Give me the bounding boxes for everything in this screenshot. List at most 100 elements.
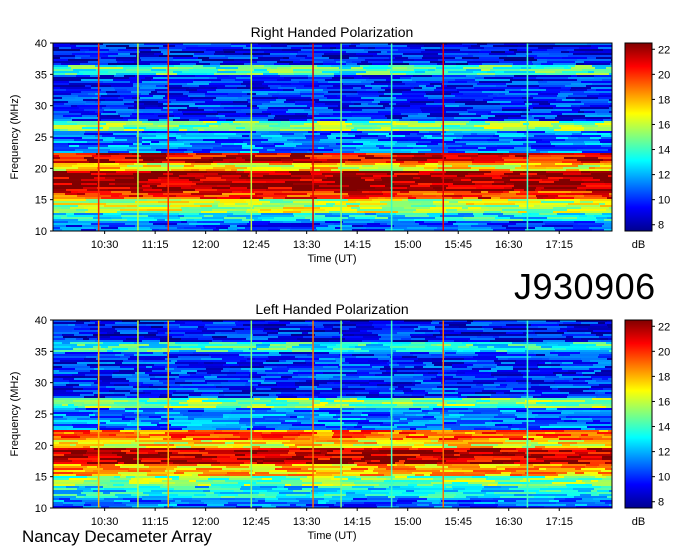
spectrogram-cell bbox=[455, 57, 462, 59]
spectrogram-cell bbox=[527, 185, 560, 187]
spectrogram-cell bbox=[293, 201, 318, 203]
spectrogram-cell bbox=[112, 374, 132, 376]
spectrogram-cell bbox=[420, 177, 441, 179]
spectrogram-cell bbox=[261, 474, 288, 476]
spectrogram-cell bbox=[53, 77, 75, 79]
spectrogram-cell bbox=[254, 386, 286, 388]
spectrogram-cell bbox=[336, 143, 363, 145]
spectrogram-cell bbox=[151, 141, 159, 143]
spectrogram-cell bbox=[204, 109, 213, 111]
spectrogram-cell bbox=[53, 199, 86, 201]
spectrogram-cell bbox=[69, 137, 82, 139]
spectrogram-cell bbox=[90, 366, 99, 368]
spectrogram-cell bbox=[184, 454, 202, 456]
spectrogram-cell bbox=[416, 456, 433, 458]
spectrogram-cell bbox=[496, 432, 508, 434]
spectrogram-cell bbox=[484, 77, 513, 79]
spectrogram-cell bbox=[269, 470, 287, 472]
spectrogram-cell bbox=[471, 444, 489, 446]
spectrogram-cell bbox=[332, 77, 354, 79]
spectrogram-cell bbox=[274, 193, 307, 195]
spectrogram-cell bbox=[262, 203, 280, 205]
spectrogram-cell bbox=[499, 93, 505, 95]
spectrogram-cell bbox=[424, 161, 438, 163]
spectrogram-cell bbox=[66, 225, 82, 227]
spectrogram-cell bbox=[239, 422, 255, 424]
spectrogram-cell bbox=[531, 324, 559, 326]
spectrogram-cell bbox=[149, 65, 174, 67]
spectrogram-cell bbox=[352, 123, 363, 125]
spectrogram-cell bbox=[553, 107, 580, 109]
spectrogram-cell bbox=[73, 426, 106, 428]
spectrogram-cell bbox=[239, 432, 262, 434]
spectrogram-cell bbox=[592, 406, 606, 408]
spectrogram-cell bbox=[470, 462, 503, 464]
spectrogram-cell bbox=[418, 161, 424, 163]
spectrogram-cell bbox=[295, 139, 320, 141]
spectrogram-cell bbox=[53, 392, 80, 394]
spectrogram-cell bbox=[53, 71, 79, 73]
spectrogram-cell bbox=[356, 201, 380, 203]
spectrogram-cell bbox=[300, 117, 313, 119]
spectrogram-cell bbox=[205, 324, 236, 326]
spectrogram-cell bbox=[166, 153, 175, 155]
spectrogram-cell bbox=[319, 113, 333, 115]
spectrogram-cell bbox=[146, 362, 175, 364]
panel-title: Left Handed Polarization bbox=[255, 301, 408, 317]
spectrogram-cell bbox=[497, 63, 513, 65]
spectrogram-cell bbox=[159, 378, 175, 380]
spectrogram-cell bbox=[196, 225, 203, 227]
spectrogram-cell bbox=[578, 165, 600, 167]
spectrogram-cell bbox=[596, 450, 612, 452]
spectrogram-cell bbox=[577, 59, 611, 61]
spectrogram-cell bbox=[476, 384, 483, 386]
spectrogram-cell bbox=[124, 73, 156, 75]
spectrogram-cell bbox=[475, 432, 482, 434]
spectrogram-cell bbox=[346, 203, 360, 205]
spectrogram-cell bbox=[179, 464, 197, 466]
spectrogram-cell bbox=[141, 406, 164, 408]
spectrogram-cell bbox=[110, 440, 135, 442]
spectrogram-cell bbox=[181, 346, 189, 348]
spectrogram-cell bbox=[148, 179, 161, 181]
spectrogram-cell bbox=[74, 223, 91, 225]
spectrogram-cell bbox=[463, 135, 493, 137]
spectrogram-cell bbox=[257, 462, 263, 464]
spectrogram-cell bbox=[128, 348, 152, 350]
spectrogram-cell bbox=[536, 344, 558, 346]
spectrogram-cell bbox=[446, 157, 471, 159]
spectrogram-cell bbox=[524, 189, 535, 191]
spectrogram-cell bbox=[308, 75, 334, 77]
spectrogram-cell bbox=[458, 388, 484, 390]
spectrogram-cell bbox=[416, 209, 446, 211]
spectrogram-cell bbox=[127, 165, 143, 167]
spectrogram-cell bbox=[482, 63, 497, 65]
spectrogram-cell bbox=[557, 402, 572, 404]
spectrogram-cell bbox=[545, 131, 554, 133]
spectrogram-cell bbox=[409, 434, 424, 436]
spectrogram-cell bbox=[535, 332, 564, 334]
spectrogram-cell bbox=[117, 454, 134, 456]
spectrogram-cell bbox=[556, 165, 578, 167]
spectrogram-cell bbox=[396, 103, 426, 105]
spectrogram-cell bbox=[272, 95, 301, 97]
spectrogram-cell bbox=[533, 338, 557, 340]
spectrogram-cell bbox=[53, 336, 63, 338]
spectrogram-cell bbox=[591, 173, 612, 175]
spectrogram-cell bbox=[179, 374, 190, 376]
spectrogram-cell bbox=[485, 474, 510, 476]
spectrogram-cell bbox=[601, 370, 612, 372]
spectrogram-cell bbox=[136, 438, 163, 440]
spectrogram-cell bbox=[122, 464, 144, 466]
spectrogram-cell bbox=[202, 59, 216, 61]
spectrogram-cell bbox=[397, 141, 418, 143]
spectrogram-cell bbox=[516, 398, 537, 400]
spectrogram-cell bbox=[53, 145, 69, 147]
spectrogram-cell bbox=[118, 97, 124, 99]
spectrogram-cell bbox=[258, 57, 283, 59]
spectrogram-cell bbox=[227, 336, 247, 338]
spectrogram-cell bbox=[287, 404, 314, 406]
spectrogram-cell bbox=[138, 169, 171, 171]
spectrogram-cell bbox=[447, 402, 456, 404]
spectrogram-cell bbox=[365, 85, 388, 87]
